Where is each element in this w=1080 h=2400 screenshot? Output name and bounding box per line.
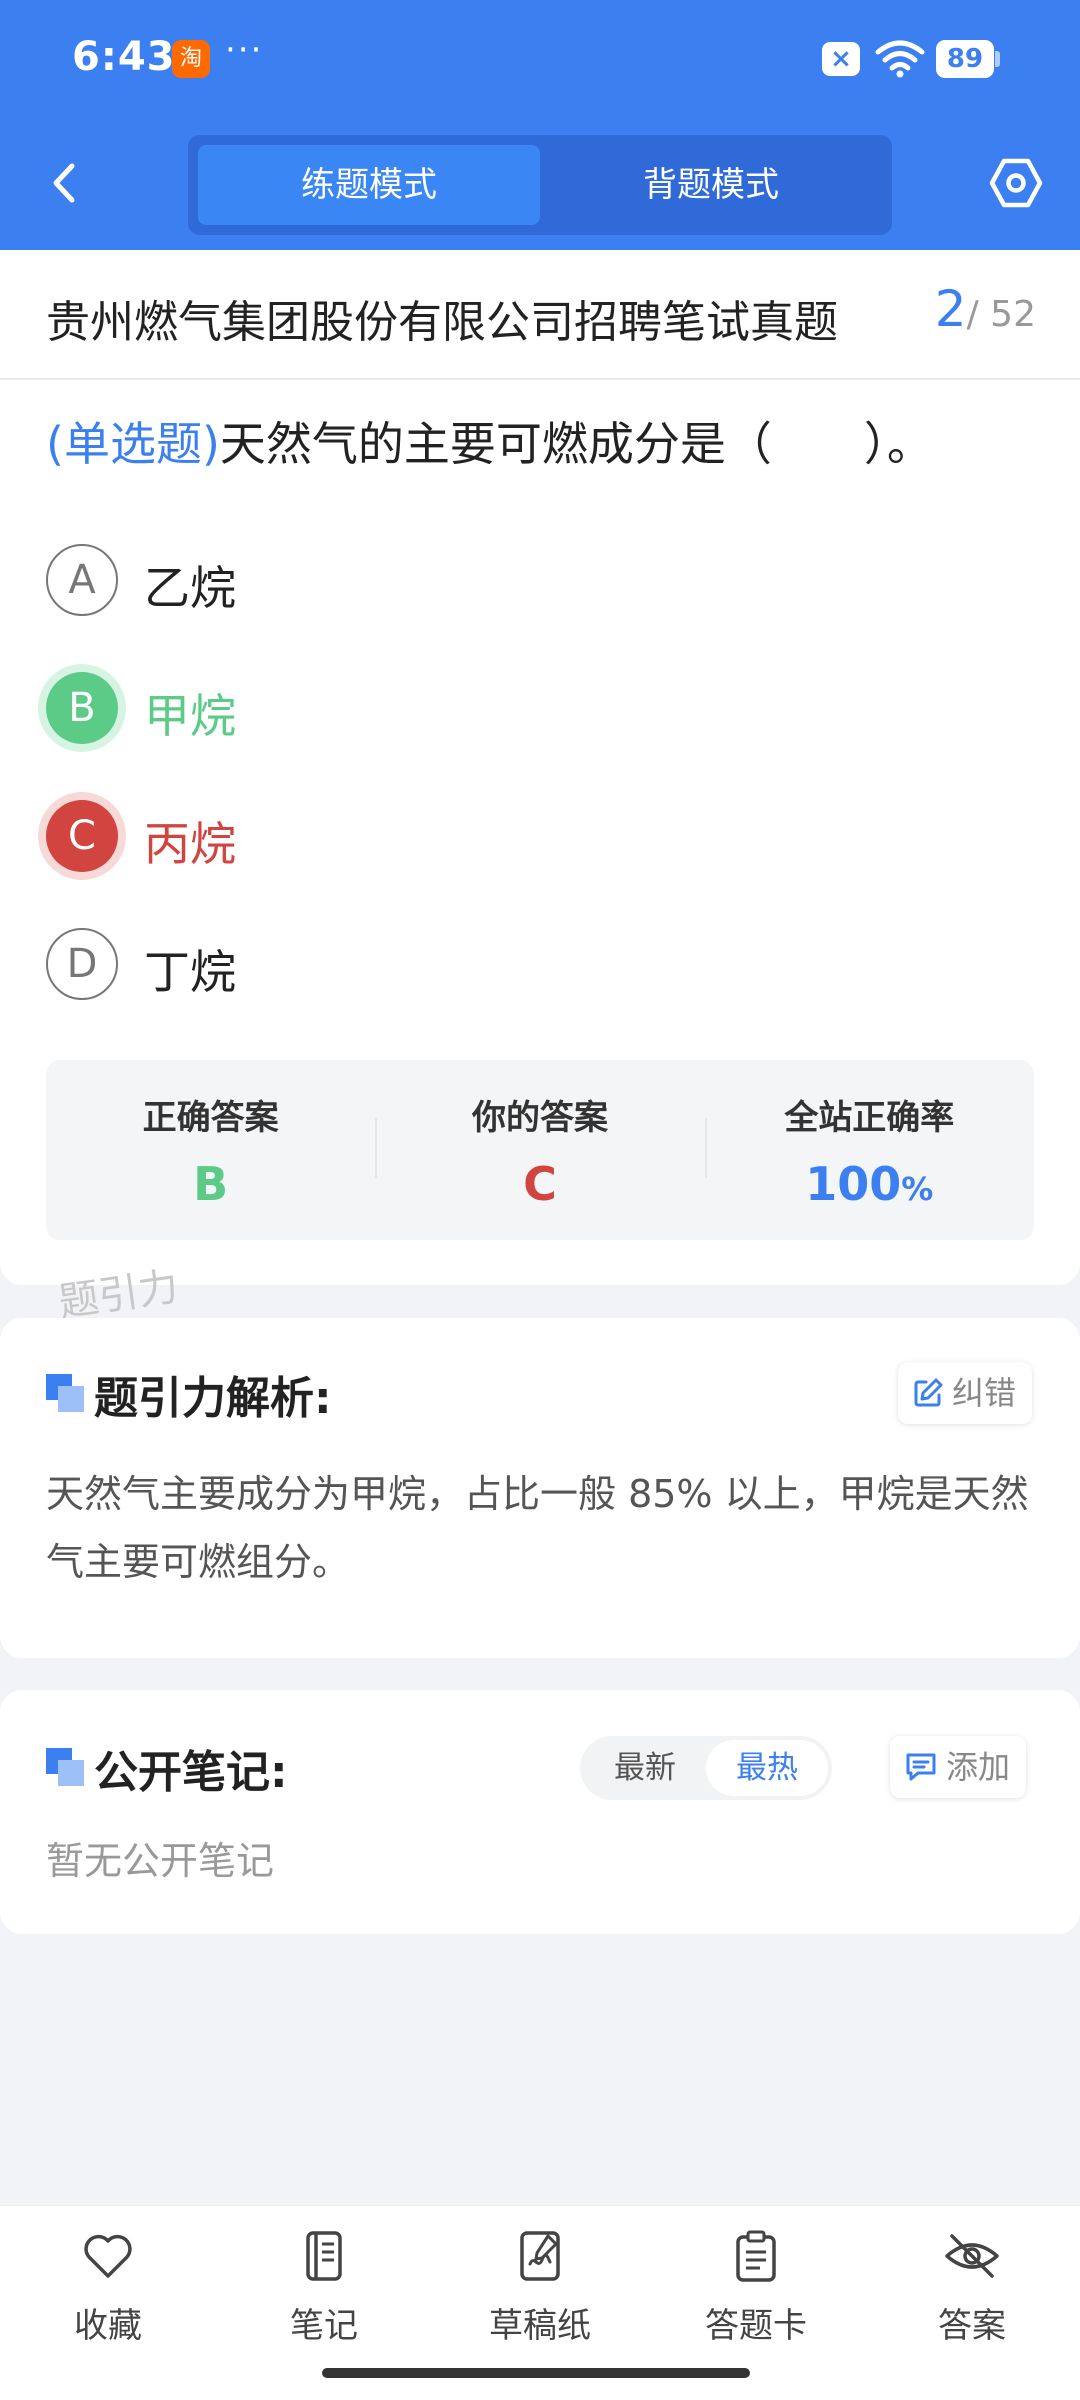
settings-icon[interactable] (988, 155, 1044, 211)
your-answer-stat: 你的答案 C (375, 1060, 704, 1240)
notes-sort-toggle: 最新 最热 (580, 1736, 832, 1800)
correct-answer-stat: 正确答案 B (46, 1060, 375, 1240)
analysis-card: 题引力解析: 纠错 天然气主要成分为甲烷，占比一般 85% 以上，甲烷是天然气主… (0, 1318, 1080, 1658)
nav-draft-paper[interactable]: 草稿纸 (432, 2228, 648, 2347)
add-note-label: 添加 (946, 1748, 1011, 1786)
nav-answer-sheet[interactable]: 答题卡 (648, 2228, 864, 2347)
battery-indicator: 89 (936, 40, 994, 78)
option-letter: B (46, 672, 118, 744)
stat-label: 全站正确率 (784, 1098, 955, 1138)
option-d[interactable]: D 丁烷 (46, 924, 746, 1004)
report-error-button[interactable]: 纠错 (898, 1362, 1033, 1424)
section-icon (46, 1748, 84, 1786)
status-bar: 6:43 淘 ··· × 89 (0, 0, 1080, 120)
accuracy-rate-stat: 全站正确率 100% (704, 1060, 1034, 1240)
nav-favorite[interactable]: 收藏 (0, 2228, 216, 2347)
question-counter: 2/ 52 (935, 280, 1036, 338)
your-answer-value: C (523, 1157, 557, 1211)
option-b[interactable]: B 甲烷 (46, 668, 746, 748)
option-text: 丁烷 (144, 945, 236, 999)
back-arrow-icon[interactable] (40, 158, 90, 208)
taobao-app-icon: 淘 (172, 40, 210, 78)
analysis-title: 题引力解析: (94, 1373, 332, 1424)
report-error-label: 纠错 (952, 1374, 1017, 1412)
nav-notes[interactable]: 笔记 (216, 2228, 432, 2347)
eye-off-icon (945, 2234, 999, 2278)
question-stem: (单选题)天然气的主要可燃成分是（ ）。 (46, 408, 933, 474)
exam-title-row: 贵州燃气集团股份有限公司招聘笔试真题 2/ 52 (0, 250, 1080, 380)
rate-number: 100 (805, 1157, 902, 1211)
option-letter: A (46, 544, 118, 616)
notebook-icon (306, 2231, 342, 2281)
add-note-button[interactable]: 添加 (890, 1736, 1027, 1798)
heart-icon (84, 2234, 132, 2278)
wifi-icon (875, 40, 925, 78)
tab-practice-mode[interactable]: 练题模式 (198, 145, 540, 225)
mode-switch: 练题模式 背题模式 (188, 135, 892, 235)
analysis-text: 天然气主要成分为甲烷，占比一般 85% 以上，甲烷是天然气主要可燃组分。 (46, 1472, 1029, 1584)
draft-icon (520, 2231, 560, 2281)
nav-label: 收藏 (74, 2306, 142, 2346)
status-time: 6:43 (72, 34, 176, 80)
stat-label: 正确答案 (142, 1098, 279, 1138)
rate-unit: % (901, 1170, 934, 1208)
nav-label: 笔记 (290, 2306, 358, 2346)
public-notes-card: 公开笔记: 最新 最热 添加 暂无公开笔记 (0, 1690, 1080, 1934)
option-text: 丙烷 (144, 817, 236, 871)
nav-toggle-answer[interactable]: 答案 (864, 2228, 1080, 2347)
option-text: 乙烷 (144, 561, 236, 615)
current-question-number: 2 (934, 280, 967, 338)
option-letter: C (46, 800, 118, 872)
option-letter: D (46, 928, 118, 1000)
question-type: (单选题) (46, 417, 220, 471)
question-text: 天然气的主要可燃成分是（ ）。 (219, 417, 933, 471)
total-questions: / 52 (966, 294, 1036, 335)
close-box-icon: × (822, 42, 860, 76)
question-card: 贵州燃气集团股份有限公司招聘笔试真题 2/ 52 (单选题)天然气的主要可燃成分… (0, 250, 1080, 1285)
comment-icon (906, 1753, 936, 1781)
notes-title: 公开笔记: (94, 1747, 288, 1798)
top-header: 6:43 淘 ··· × 89 练题模式 背题模式 (0, 0, 1080, 250)
edit-icon (914, 1378, 943, 1407)
tab-memorize-mode[interactable]: 背题模式 (540, 145, 882, 225)
section-icon (46, 1374, 84, 1412)
nav-label: 答案 (938, 2306, 1006, 2346)
accuracy-rate-value: 100% (705, 1157, 1034, 1211)
nav-label: 答题卡 (705, 2306, 807, 2346)
nav-label: 草稿纸 (489, 2306, 591, 2346)
empty-notes-text: 暂无公开笔记 (46, 1839, 275, 1883)
option-a[interactable]: A 乙烷 (46, 540, 746, 620)
sort-newest[interactable]: 最新 (584, 1740, 706, 1796)
stat-label: 你的答案 (471, 1098, 608, 1138)
answer-stats: 正确答案 B 你的答案 C 全站正确率 100% (46, 1060, 1034, 1240)
option-text: 甲烷 (144, 689, 236, 743)
clipboard-icon (736, 2230, 776, 2282)
exam-title: 贵州燃气集团股份有限公司招聘笔试真题 (46, 297, 838, 348)
option-c[interactable]: C 丙烷 (46, 796, 746, 876)
battery-tip (995, 51, 1000, 67)
more-notifications-icon: ··· (225, 30, 264, 70)
correct-answer-value: B (193, 1157, 229, 1211)
home-indicator[interactable] (322, 2368, 750, 2378)
sort-hottest[interactable]: 最热 (706, 1740, 828, 1796)
